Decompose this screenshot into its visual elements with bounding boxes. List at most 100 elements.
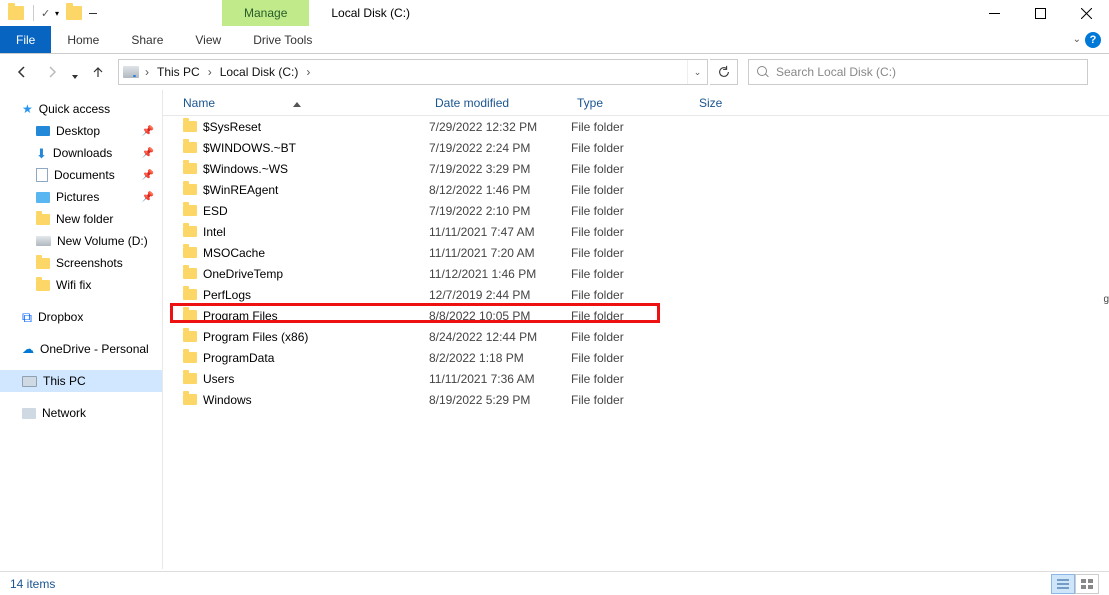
main-content: ★Quick access Desktop📌 ⬇Downloads📌 Docum… [0, 90, 1109, 569]
file-tab[interactable]: File [0, 26, 51, 53]
pin-icon: 📌 [142, 126, 154, 137]
file-row[interactable]: ProgramData 8/2/2022 1:18 PMFile folder [163, 347, 1109, 368]
folder-icon [183, 394, 197, 405]
folder-icon [183, 247, 197, 258]
file-row[interactable]: $SysReset7/29/2022 12:32 PMFile folder [163, 116, 1109, 137]
file-row[interactable]: Program Files (x86)8/24/2022 12:44 PMFil… [163, 326, 1109, 347]
address-bar[interactable]: › This PC › Local Disk (C:) › ⌄ [118, 59, 708, 85]
sidebar-network[interactable]: Network [0, 402, 162, 424]
file-name: ProgramData [203, 351, 274, 365]
breadcrumb-sep[interactable]: › [302, 65, 314, 79]
sidebar-label: Downloads [53, 146, 112, 160]
sidebar-pictures[interactable]: Pictures 📌 [0, 186, 162, 208]
large-icons-view-button[interactable] [1075, 574, 1099, 594]
file-row[interactable]: Users11/11/2021 7:36 AMFile folder [163, 368, 1109, 389]
manage-contextual-tab[interactable]: Manage [222, 0, 309, 26]
sidebar-label: New folder [56, 212, 113, 226]
pin-icon: 📌 [142, 192, 154, 203]
sidebar-this-pc[interactable]: This PC [0, 370, 162, 392]
sidebar-downloads[interactable]: ⬇Downloads📌 [0, 142, 162, 164]
file-type: File folder [571, 351, 693, 365]
view-tab[interactable]: View [179, 26, 237, 53]
file-name: ESD [203, 204, 228, 218]
search-box[interactable] [748, 59, 1088, 85]
refresh-button[interactable] [710, 59, 738, 85]
drive-tools-tab[interactable]: Drive Tools [237, 26, 328, 53]
breadcrumb-sep[interactable]: › [141, 65, 153, 79]
file-row[interactable]: MSOCache 11/11/2021 7:20 AMFile folder [163, 242, 1109, 263]
home-tab[interactable]: Home [51, 26, 115, 53]
new-folder-qat-icon[interactable] [62, 2, 86, 24]
column-name[interactable]: Name [177, 96, 429, 110]
file-list-pane: Name Date modified Type Size $SysReset7/… [163, 90, 1109, 569]
file-type: File folder [571, 246, 693, 260]
file-rows: $SysReset7/29/2022 12:32 PMFile folder$W… [163, 116, 1109, 410]
maximize-button[interactable] [1017, 0, 1063, 26]
sidebar-new-folder[interactable]: New folder [0, 208, 162, 230]
sidebar-quick-access[interactable]: ★Quick access [0, 98, 162, 120]
back-button[interactable] [8, 58, 36, 86]
star-icon: ★ [22, 102, 33, 116]
file-row[interactable]: $WINDOWS.~BT7/19/2022 2:24 PMFile folder [163, 137, 1109, 158]
column-label: Name [183, 96, 215, 110]
file-type: File folder [571, 330, 693, 344]
up-button[interactable] [84, 58, 112, 86]
file-row[interactable]: $Windows.~WS7/19/2022 3:29 PMFile folder [163, 158, 1109, 179]
folder-icon[interactable] [4, 2, 28, 24]
sidebar-wifi-fix[interactable]: Wifi fix [0, 274, 162, 296]
sidebar-desktop[interactable]: Desktop📌 [0, 120, 162, 142]
file-date: 11/11/2021 7:20 AM [429, 246, 571, 260]
status-bar: 14 items [0, 571, 1109, 595]
column-date[interactable]: Date modified [429, 96, 571, 110]
scroll-hint: g [1103, 294, 1109, 305]
search-input[interactable] [776, 65, 1087, 79]
file-name: MSOCache [203, 246, 265, 260]
file-row[interactable]: Windows8/19/2022 5:29 PMFile folder [163, 389, 1109, 410]
address-history-icon[interactable]: ⌄ [687, 60, 707, 84]
sidebar-documents[interactable]: Documents📌 [0, 164, 162, 186]
sidebar-new-volume[interactable]: New Volume (D:) [0, 230, 162, 252]
file-row[interactable]: Intel11/11/2021 7:47 AMFile folder [163, 221, 1109, 242]
breadcrumb-this-pc[interactable]: This PC [153, 65, 204, 79]
file-row[interactable]: $WinREAgent8/12/2022 1:46 PMFile folder [163, 179, 1109, 200]
sidebar-label: Pictures [56, 190, 99, 204]
folder-icon [183, 184, 197, 195]
file-date: 8/2/2022 1:18 PM [429, 351, 571, 365]
column-size[interactable]: Size [693, 96, 753, 110]
sidebar-dropbox[interactable]: ⧉Dropbox [0, 306, 162, 328]
folder-icon [183, 226, 197, 237]
ribbon-collapse-icon[interactable]: ⌄ [1073, 34, 1081, 45]
breadcrumb-local-disk[interactable]: Local Disk (C:) [216, 65, 303, 79]
breadcrumb-sep[interactable]: › [204, 65, 216, 79]
column-headers: Name Date modified Type Size [163, 90, 1109, 116]
help-icon[interactable]: ? [1085, 32, 1101, 48]
network-icon [22, 408, 36, 419]
sort-ascending-icon [293, 102, 301, 107]
folder-icon [36, 258, 50, 269]
file-date: 7/29/2022 12:32 PM [429, 120, 571, 134]
folder-icon [36, 280, 50, 291]
details-view-button[interactable] [1051, 574, 1075, 594]
sidebar-screenshots[interactable]: Screenshots [0, 252, 162, 274]
forward-button[interactable] [38, 58, 66, 86]
sidebar-label: Network [42, 406, 86, 420]
qat-customize-icon[interactable] [86, 2, 100, 24]
file-type: File folder [571, 393, 693, 407]
sidebar-label: Dropbox [38, 310, 83, 324]
sidebar-label: This PC [43, 374, 86, 388]
recent-locations-icon[interactable] [68, 58, 82, 86]
share-tab[interactable]: Share [115, 26, 179, 53]
close-button[interactable] [1063, 0, 1109, 26]
pin-icon: 📌 [142, 170, 154, 181]
column-type[interactable]: Type [571, 96, 693, 110]
file-row[interactable]: ESD7/19/2022 2:10 PMFile folder [163, 200, 1109, 221]
file-name: $WINDOWS.~BT [203, 141, 296, 155]
file-row[interactable]: OneDriveTemp11/12/2021 1:46 PMFile folde… [163, 263, 1109, 284]
navigation-pane[interactable]: ★Quick access Desktop📌 ⬇Downloads📌 Docum… [0, 90, 163, 569]
file-date: 12/7/2019 2:44 PM [429, 288, 571, 302]
sidebar-onedrive[interactable]: ☁OneDrive - Personal [0, 338, 162, 360]
file-row[interactable]: PerfLogs12/7/2019 2:44 PMFile folder [163, 284, 1109, 305]
cloud-icon: ☁ [22, 342, 34, 356]
minimize-button[interactable] [971, 0, 1017, 26]
properties-check-icon[interactable]: ▾ [38, 2, 62, 24]
